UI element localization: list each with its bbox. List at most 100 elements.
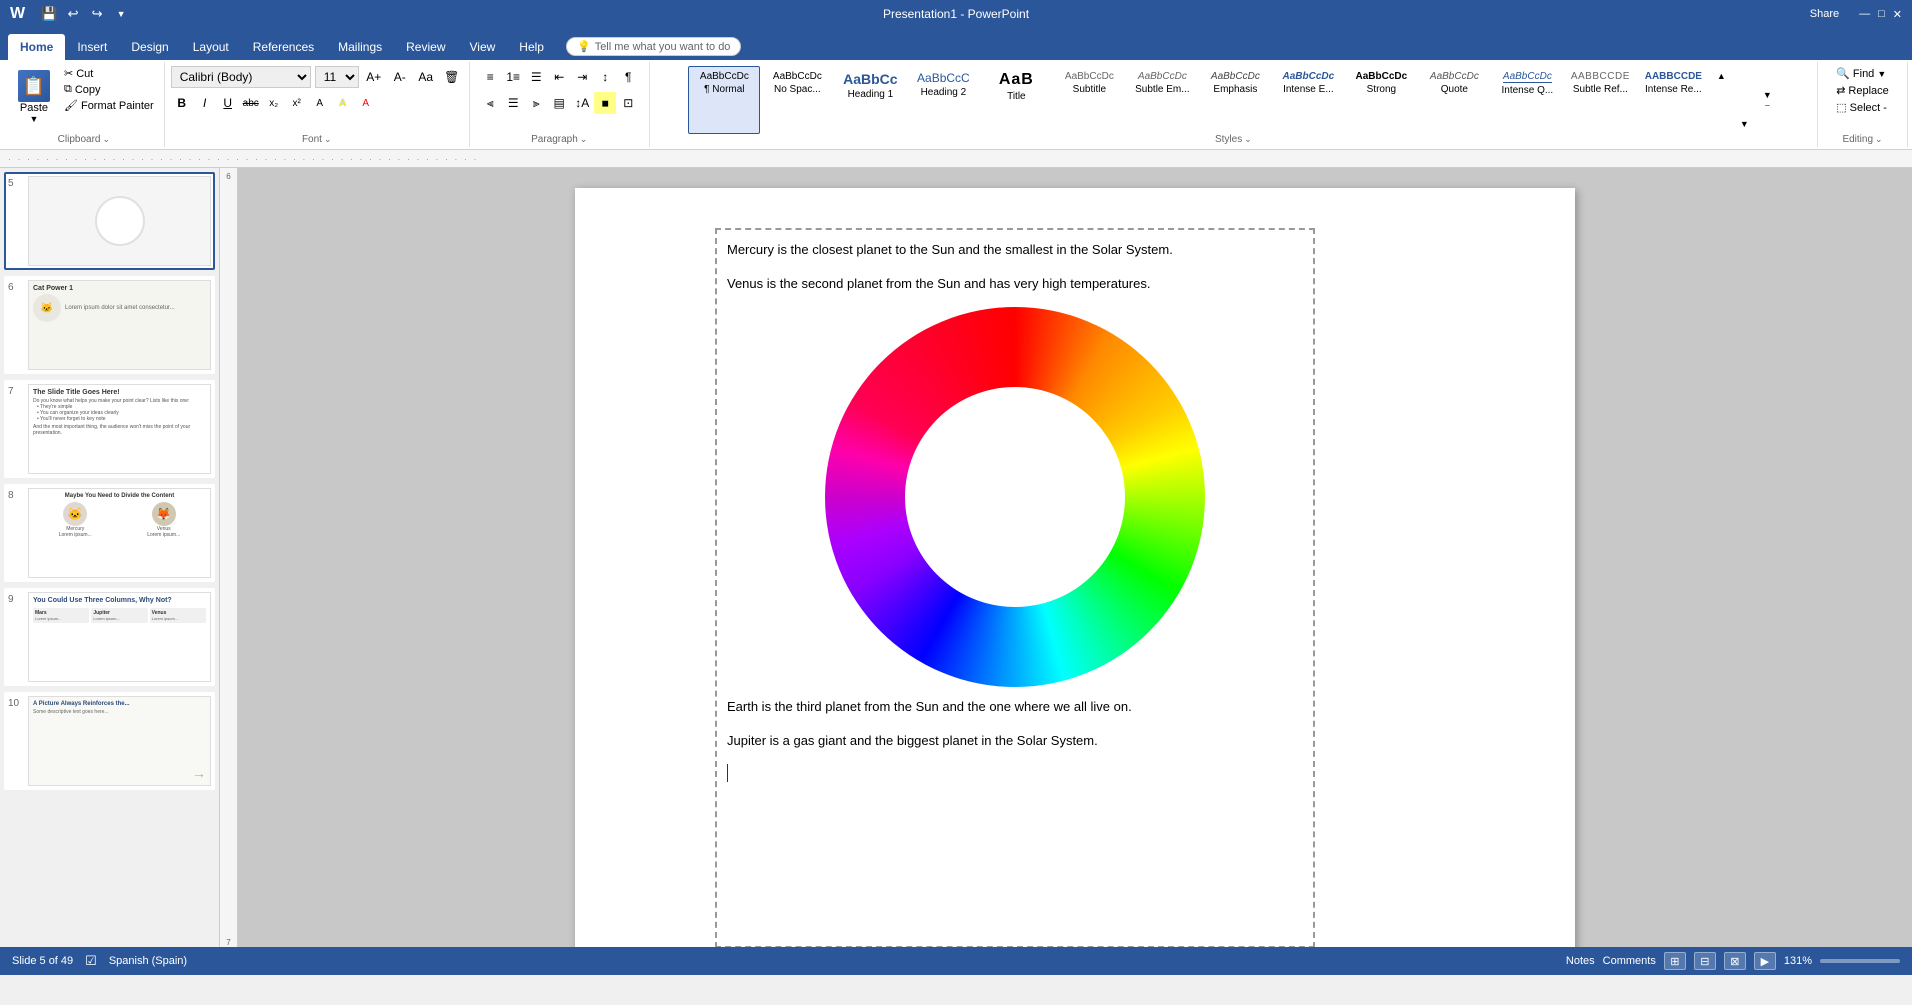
find-button[interactable]: 🔍 Find ▼ xyxy=(1832,66,1890,81)
multilevel-list-btn[interactable]: ☰ xyxy=(525,66,547,88)
slide-preview-9: You Could Use Three Columns, Why Not? Ma… xyxy=(28,592,211,682)
shading-btn[interactable]: ◼ xyxy=(594,92,616,114)
decrease-indent-btn[interactable]: ⇤ xyxy=(548,66,570,88)
replace-button[interactable]: ⇄ Replace xyxy=(1832,83,1893,98)
customize-quick-access[interactable]: ▼ xyxy=(111,4,131,24)
editing-expand-icon[interactable]: ⌄ xyxy=(1875,134,1883,145)
font-family-select[interactable]: Calibri (Body) xyxy=(171,66,311,88)
tab-design[interactable]: Design xyxy=(119,34,180,60)
styles-expand[interactable]: ▼⎯ xyxy=(1756,80,1778,120)
style-subtle-ref[interactable]: AaBbCcDE Subtle Ref... xyxy=(1564,66,1636,134)
show-hide-btn[interactable]: ¶ xyxy=(617,66,639,88)
view-slideshow-btn[interactable]: ▶ xyxy=(1754,952,1776,970)
comments-label[interactable]: Comments xyxy=(1603,955,1656,967)
styles-expand-icon[interactable]: ⌄ xyxy=(1244,134,1252,145)
maximize-button[interactable]: □ xyxy=(1878,8,1885,20)
paragraph-expand-icon[interactable]: ⌄ xyxy=(580,134,588,145)
style-title[interactable]: AaB Title xyxy=(980,66,1052,134)
slide-thumbnail-7[interactable]: 7 The Slide Title Goes Here! Do you know… xyxy=(4,380,215,478)
slide-thumbnail-6[interactable]: 6 Cat Power 1 🐱 Lorem ipsum dolor sit am… xyxy=(4,276,215,374)
increase-font-btn[interactable]: A+ xyxy=(363,66,385,88)
superscript-btn[interactable]: x² xyxy=(286,92,308,114)
styles-scroll-down[interactable]: ▼ xyxy=(1733,114,1755,134)
style-normal[interactable]: AaBbCcDc ¶ Normal xyxy=(688,66,760,134)
font-color-btn[interactable]: A xyxy=(355,92,377,114)
subscript-btn[interactable]: x₂ xyxy=(263,92,285,114)
view-reading-btn[interactable]: ⊠ xyxy=(1724,952,1746,970)
clipboard-expand-icon[interactable]: ⌄ xyxy=(102,134,110,145)
font-group: Calibri (Body) 11 A+ A- Aa 🗑 B I U abc x… xyxy=(165,62,470,147)
slide-number-5: 5 xyxy=(8,176,24,189)
cut-label: Cut xyxy=(76,68,93,80)
slide-thumbnail-8[interactable]: 8 Maybe You Need to Divide the Content 🐱… xyxy=(4,484,215,582)
style-no-spacing[interactable]: AaBbCcDc No Spac... xyxy=(761,66,833,134)
line-spacing-btn[interactable]: ↕A xyxy=(571,92,593,114)
styles-scroll-up[interactable]: ▲ xyxy=(1710,66,1732,86)
notes-label[interactable]: Notes xyxy=(1566,955,1595,967)
style-heading2[interactable]: AaBbCcC Heading 2 xyxy=(907,66,979,134)
paste-button[interactable]: 📋 Paste ▼ xyxy=(10,66,58,128)
redo-button[interactable]: ↪ xyxy=(87,4,107,24)
tab-view[interactable]: View xyxy=(458,34,508,60)
horizontal-ruler: · · · · · · · · · · · · · · · · · · · · … xyxy=(0,150,1912,168)
style-heading1[interactable]: AaBbCc Heading 1 xyxy=(834,66,906,134)
copy-button[interactable]: ⧉ Copy xyxy=(60,82,158,97)
styles-row: AaBbCcDc ¶ Normal AaBbCcDc No Spac... Aa… xyxy=(688,66,1778,134)
tab-layout[interactable]: Layout xyxy=(181,34,241,60)
select-button[interactable]: ⬚ Select - xyxy=(1832,100,1891,115)
undo-button[interactable]: ↩ xyxy=(63,4,83,24)
font-size-select[interactable]: 11 xyxy=(315,66,359,88)
font-expand-icon[interactable]: ⌄ xyxy=(324,134,332,145)
view-normal-btn[interactable]: ⊞ xyxy=(1664,952,1686,970)
view-outline-btn[interactable]: ⊟ xyxy=(1694,952,1716,970)
close-button[interactable]: ✕ xyxy=(1893,8,1902,21)
change-case-btn[interactable]: Aa xyxy=(415,66,437,88)
style-subtitle[interactable]: AaBbCcDc Subtitle xyxy=(1053,66,1125,134)
italic-btn[interactable]: I xyxy=(194,92,216,114)
decrease-font-btn[interactable]: A- xyxy=(389,66,411,88)
tab-review[interactable]: Review xyxy=(394,34,457,60)
align-center-btn[interactable]: ☰ xyxy=(502,92,524,114)
sort-btn[interactable]: ↕ xyxy=(594,66,616,88)
vertical-ruler: 6 7 xyxy=(220,168,238,947)
style-strong[interactable]: AaBbCcDc Strong xyxy=(1345,66,1417,134)
style-intense-q[interactable]: AaBbCcDc Intense Q... xyxy=(1491,66,1563,134)
style-intense-em[interactable]: AaBbCcDc Intense E... xyxy=(1272,66,1344,134)
style-emphasis[interactable]: AaBbCcDc Emphasis xyxy=(1199,66,1271,134)
slide-canvas[interactable]: Mercury is the closest planet to the Sun… xyxy=(575,188,1575,947)
text-effects-btn[interactable]: A xyxy=(309,92,331,114)
content-text-box[interactable]: Mercury is the closest planet to the Sun… xyxy=(715,228,1315,947)
borders-btn[interactable]: ⊡ xyxy=(617,92,639,114)
justify-btn[interactable]: ▤ xyxy=(548,92,570,114)
align-right-btn[interactable]: ⫸ xyxy=(525,92,547,114)
numbered-list-btn[interactable]: 1≡ xyxy=(502,66,524,88)
format-painter-button[interactable]: 🖌 Format Painter xyxy=(60,98,158,113)
style-quote[interactable]: AaBbCcDc Quote xyxy=(1418,66,1490,134)
align-left-btn[interactable]: ⫷ xyxy=(479,92,501,114)
minimize-button[interactable]: — xyxy=(1859,8,1870,20)
slide-thumbnail-10[interactable]: 10 A Picture Always Reinforces the... So… xyxy=(4,692,215,790)
strikethrough-btn[interactable]: abc xyxy=(240,92,262,114)
tab-home[interactable]: Home xyxy=(8,34,65,60)
format-painter-icon: 🖌 xyxy=(64,99,78,112)
tell-me-input[interactable]: 💡 Tell me what you want to do xyxy=(566,37,741,56)
tab-references[interactable]: References xyxy=(241,34,326,60)
zoom-slider[interactable] xyxy=(1820,959,1900,963)
underline-btn[interactable]: U xyxy=(217,92,239,114)
text-highlight-btn[interactable]: A xyxy=(332,92,354,114)
slide-thumbnail-9[interactable]: 9 You Could Use Three Columns, Why Not? … xyxy=(4,588,215,686)
tab-insert[interactable]: Insert xyxy=(65,34,119,60)
style-intense-ref[interactable]: AABBCCDE Intense Re... xyxy=(1637,66,1709,134)
save-button[interactable]: 💾 xyxy=(39,4,59,24)
clear-formatting-btn[interactable]: 🗑 xyxy=(441,66,463,88)
tab-help[interactable]: Help xyxy=(507,34,556,60)
bold-btn[interactable]: B xyxy=(171,92,193,114)
status-left: Slide 5 of 49 ☑ Spanish (Spain) xyxy=(12,953,187,969)
slide-thumbnail-5[interactable]: 5 xyxy=(4,172,215,270)
share-button[interactable]: Share xyxy=(1798,4,1851,24)
increase-indent-btn[interactable]: ⇥ xyxy=(571,66,593,88)
bullet-list-btn[interactable]: ≡ xyxy=(479,66,501,88)
style-subtle-em[interactable]: AaBbCcDc Subtle Em... xyxy=(1126,66,1198,134)
cut-button[interactable]: ✂ Cut xyxy=(60,66,158,81)
tab-mailings[interactable]: Mailings xyxy=(326,34,394,60)
